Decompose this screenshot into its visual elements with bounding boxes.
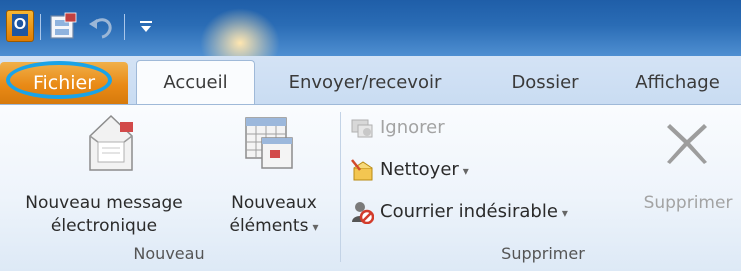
ignore-label: Ignorer	[380, 117, 445, 138]
send-receive-all-icon[interactable]	[48, 12, 78, 42]
clean-up-label: Nettoyer	[380, 159, 459, 180]
undo-icon[interactable]	[86, 12, 116, 42]
ignore-icon	[351, 119, 373, 138]
new-items-icon[interactable]	[240, 112, 296, 172]
group-label-delete: Supprimer	[501, 244, 585, 263]
qat-divider	[40, 14, 41, 40]
group-divider	[340, 112, 341, 262]
qat-divider	[124, 14, 125, 40]
chevron-down-icon: ▾	[312, 220, 319, 234]
junk-mail-label: Courrier indésirable	[380, 201, 558, 222]
highlight-annotation-ring	[6, 61, 112, 99]
clean-up-icon	[351, 159, 373, 181]
chevron-down-icon: ▾	[462, 164, 469, 178]
customize-toolbar-icon[interactable]	[138, 16, 154, 36]
group-label-new: Nouveau	[133, 244, 205, 263]
delete-icon[interactable]	[662, 118, 712, 168]
tab-view[interactable]: Affichage	[620, 62, 735, 104]
new-email-icon[interactable]	[82, 112, 140, 174]
tab-folder[interactable]: Dossier	[500, 62, 590, 104]
new-items-label-line2: éléments	[229, 216, 309, 236]
new-email-button[interactable]: Nouveau message électronique	[4, 192, 204, 238]
clean-up-button[interactable]: Nettoyer ▾	[350, 156, 469, 184]
outlook-icon-letter: O	[12, 14, 28, 36]
new-email-label-line1: Nouveau message	[25, 193, 183, 213]
junk-mail-button[interactable]: Courrier indésirable ▾	[350, 198, 568, 226]
new-items-label-line1: Nouveaux	[231, 193, 317, 213]
new-email-label-line2: électronique	[50, 216, 158, 236]
chevron-down-icon: ▾	[561, 206, 568, 220]
ignore-button[interactable]: Ignorer	[350, 114, 445, 142]
outlook-icon[interactable]: O	[6, 10, 34, 42]
junk-mail-icon	[352, 202, 374, 224]
new-items-button[interactable]: Nouveaux éléments ▾	[214, 192, 334, 239]
tab-home[interactable]: Accueil	[136, 60, 255, 106]
tab-send-receive[interactable]: Envoyer/recevoir	[280, 62, 450, 104]
quick-access-toolbar: O	[0, 0, 741, 78]
delete-button[interactable]: Supprimer	[636, 192, 740, 215]
